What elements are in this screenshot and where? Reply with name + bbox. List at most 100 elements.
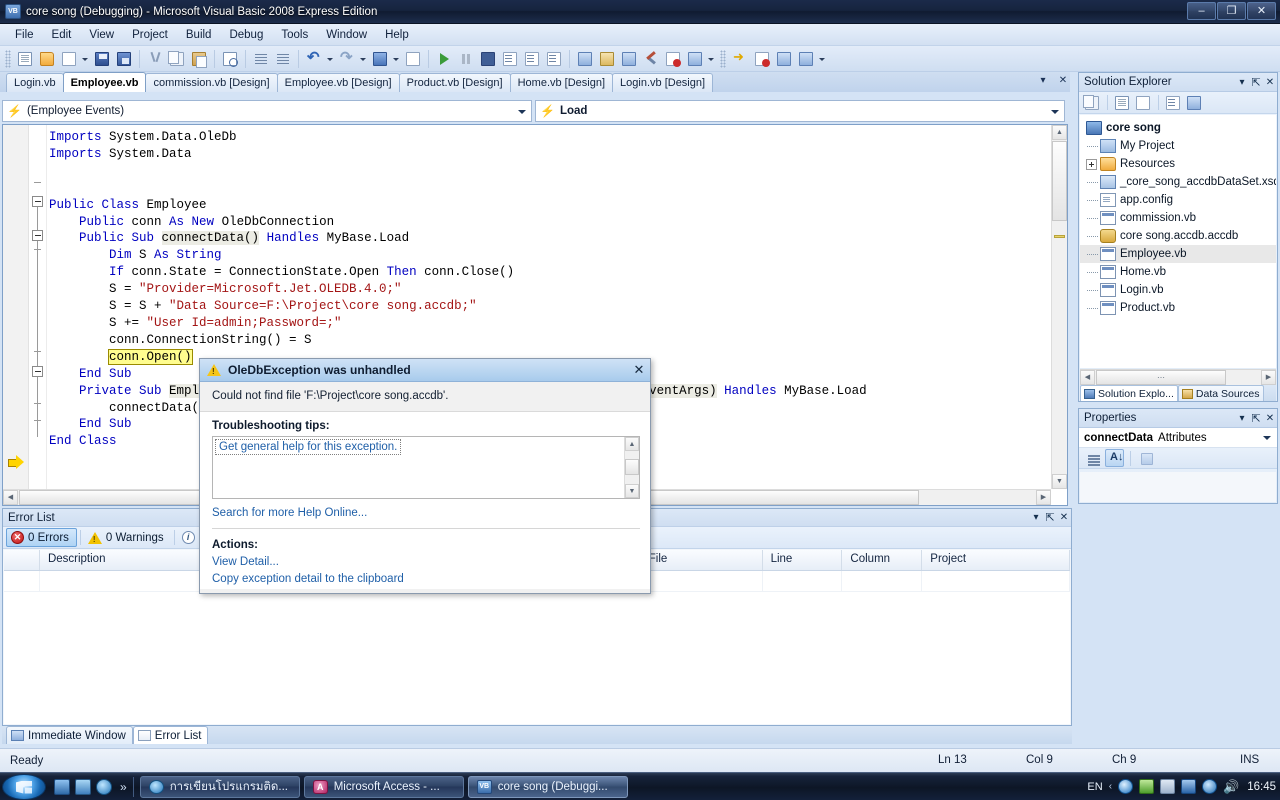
show-all-files-icon[interactable] bbox=[1113, 94, 1132, 112]
properties-window-icon[interactable] bbox=[597, 49, 617, 69]
redo-icon[interactable] bbox=[337, 49, 357, 69]
show-next-statement-icon[interactable] bbox=[752, 49, 772, 69]
chevron-down-icon[interactable] bbox=[518, 110, 526, 114]
editor-vscroll-thumb[interactable] bbox=[1052, 141, 1067, 221]
fold-toggle-class[interactable] bbox=[32, 196, 43, 207]
tree-node-employee-vb[interactable]: Employee.vb bbox=[1080, 245, 1276, 263]
tab-error-list[interactable]: Error List bbox=[133, 726, 209, 744]
error-list-icon[interactable] bbox=[663, 49, 683, 69]
toolbar-grip-2[interactable] bbox=[720, 50, 726, 68]
clock[interactable]: 16:45 bbox=[1247, 781, 1276, 793]
data-adapter-icon[interactable] bbox=[796, 49, 816, 69]
col-column[interactable]: Column bbox=[842, 550, 922, 570]
pause-icon[interactable] bbox=[456, 49, 476, 69]
chevron-down-icon[interactable]: ▾ bbox=[1029, 512, 1043, 523]
col-project[interactable]: Project bbox=[922, 550, 1070, 570]
alphabetical-icon[interactable]: A↓ bbox=[1105, 449, 1124, 467]
search-help-online-link[interactable]: Search for more Help Online... bbox=[212, 507, 640, 519]
save-icon[interactable] bbox=[92, 49, 112, 69]
solution-tree[interactable]: core song My Project Resources _core_son… bbox=[1080, 115, 1276, 368]
member-selector-dropdown[interactable]: ⚡ Load bbox=[535, 100, 1065, 122]
step-out-icon[interactable] bbox=[544, 49, 564, 69]
expand-icon[interactable] bbox=[1086, 159, 1097, 170]
editor-outlining-margin[interactable] bbox=[29, 125, 47, 505]
pin-icon[interactable]: ⇱ bbox=[1043, 511, 1057, 524]
find-icon[interactable] bbox=[220, 49, 240, 69]
save-all-icon[interactable] bbox=[114, 49, 134, 69]
volume-icon[interactable]: 🔊 bbox=[1223, 779, 1239, 795]
refresh-icon[interactable] bbox=[1134, 94, 1153, 112]
copy-icon[interactable] bbox=[167, 49, 187, 69]
editor-indicator-margin[interactable] bbox=[3, 125, 29, 505]
redo-dropdown-icon[interactable] bbox=[358, 49, 367, 69]
col-line[interactable]: Line bbox=[763, 550, 843, 570]
tab-immediate-window[interactable]: Immediate Window bbox=[6, 726, 133, 744]
tab-close-icon[interactable]: ✕ bbox=[1056, 74, 1070, 88]
tips-scrollbar[interactable]: ▲ ▼ bbox=[624, 437, 639, 498]
scroll-right-icon[interactable]: ▶ bbox=[1036, 490, 1051, 505]
signal-icon[interactable] bbox=[1181, 779, 1196, 794]
doc-tab-employee-vb-design[interactable]: Employee.vb [Design] bbox=[277, 73, 400, 92]
scroll-up-icon[interactable]: ▲ bbox=[625, 437, 639, 451]
paste-icon[interactable] bbox=[189, 49, 209, 69]
editor-vertical-scrollbar[interactable]: ▲ ▼ bbox=[1051, 125, 1067, 489]
close-icon[interactable]: ✕ bbox=[1057, 512, 1071, 523]
tab-list-dropdown-icon[interactable]: ▾ bbox=[1036, 74, 1050, 88]
tree-node-app-config[interactable]: app.config bbox=[1080, 191, 1276, 209]
antivirus-icon[interactable] bbox=[1139, 779, 1154, 794]
add-item-dropdown-icon[interactable] bbox=[80, 49, 89, 69]
tab-data-sources[interactable]: Data Sources bbox=[1178, 385, 1264, 401]
solution-hscroll-thumb[interactable]: ⋯ bbox=[1096, 370, 1226, 385]
toolbar-grip[interactable] bbox=[5, 50, 11, 68]
menu-file[interactable]: File bbox=[6, 26, 43, 44]
toolbox-icon[interactable] bbox=[641, 49, 661, 69]
undo-dropdown-icon[interactable] bbox=[325, 49, 334, 69]
solution-explorer-icon[interactable] bbox=[575, 49, 595, 69]
tree-node-login-vb[interactable]: Login.vb bbox=[1080, 281, 1276, 299]
scroll-left-icon[interactable]: ◀ bbox=[1080, 370, 1095, 385]
quick-launch-overflow-icon[interactable]: » bbox=[120, 780, 127, 794]
close-icon[interactable]: ✕ bbox=[1263, 77, 1277, 88]
menu-help[interactable]: Help bbox=[376, 26, 418, 44]
navigate-forward-icon[interactable] bbox=[403, 49, 423, 69]
maximize-button[interactable]: ❐ bbox=[1217, 2, 1246, 20]
toolbar-overflow-icon[interactable] bbox=[706, 49, 715, 69]
uncomment-lines-icon[interactable] bbox=[273, 49, 293, 69]
immediate-window-icon[interactable] bbox=[685, 49, 705, 69]
taskbar-button-access[interactable]: A Microsoft Access - ... bbox=[304, 776, 464, 798]
language-indicator[interactable]: EN bbox=[1087, 781, 1102, 793]
taskbar-button-vb[interactable]: VB core song (Debuggi... bbox=[468, 776, 628, 798]
col-icon[interactable] bbox=[4, 550, 40, 570]
tree-node-accdb[interactable]: core song.accdb.accdb bbox=[1080, 227, 1276, 245]
menu-build[interactable]: Build bbox=[177, 26, 221, 44]
view-designer-icon[interactable] bbox=[1185, 94, 1204, 112]
pin-icon[interactable]: ⇱ bbox=[1249, 76, 1263, 89]
doc-tab-employee-vb[interactable]: Employee.vb bbox=[63, 72, 147, 92]
navigate-backward-icon[interactable] bbox=[370, 49, 390, 69]
properties-object-selector[interactable]: connectData Attributes bbox=[1079, 428, 1277, 448]
tab-solution-explorer[interactable]: Solution Explo... bbox=[1080, 385, 1178, 401]
fold-toggle-sub2[interactable] bbox=[32, 366, 43, 377]
properties-grid[interactable] bbox=[1080, 472, 1276, 502]
tip-link-general-help[interactable]: Get general help for this exception. bbox=[215, 439, 401, 455]
solution-tree-hscrollbar[interactable]: ◀ ⋯ ▶ bbox=[1080, 369, 1276, 385]
errors-filter-button[interactable]: ✕ 0 Errors bbox=[6, 528, 77, 547]
scroll-down-icon[interactable]: ▼ bbox=[1052, 474, 1067, 489]
col-file[interactable]: File bbox=[641, 550, 763, 570]
pin-icon[interactable]: ⇱ bbox=[1249, 412, 1263, 425]
new-project-icon[interactable] bbox=[15, 49, 35, 69]
add-item-icon[interactable] bbox=[59, 49, 79, 69]
windows-start-orb-icon[interactable] bbox=[2, 774, 46, 800]
tree-node-resources[interactable]: Resources bbox=[1080, 155, 1276, 173]
doc-tab-home-vb-design[interactable]: Home.vb [Design] bbox=[510, 73, 613, 92]
tips-scroll-thumb[interactable] bbox=[625, 459, 639, 475]
doc-tab-login-vb-design[interactable]: Login.vb [Design] bbox=[612, 73, 713, 92]
menu-view[interactable]: View bbox=[80, 26, 123, 44]
chevron-down-icon-2[interactable] bbox=[1263, 436, 1271, 440]
step-into-icon[interactable] bbox=[500, 49, 520, 69]
taskbar-button-ie[interactable]: การเขียนโปรแกรมติด... bbox=[140, 776, 300, 798]
internet-explorer-icon[interactable] bbox=[96, 779, 112, 795]
view-detail-link[interactable]: View Detail... bbox=[212, 556, 640, 568]
doc-tab-login-vb[interactable]: Login.vb bbox=[6, 73, 64, 92]
scroll-down-icon[interactable]: ▼ bbox=[625, 484, 639, 498]
